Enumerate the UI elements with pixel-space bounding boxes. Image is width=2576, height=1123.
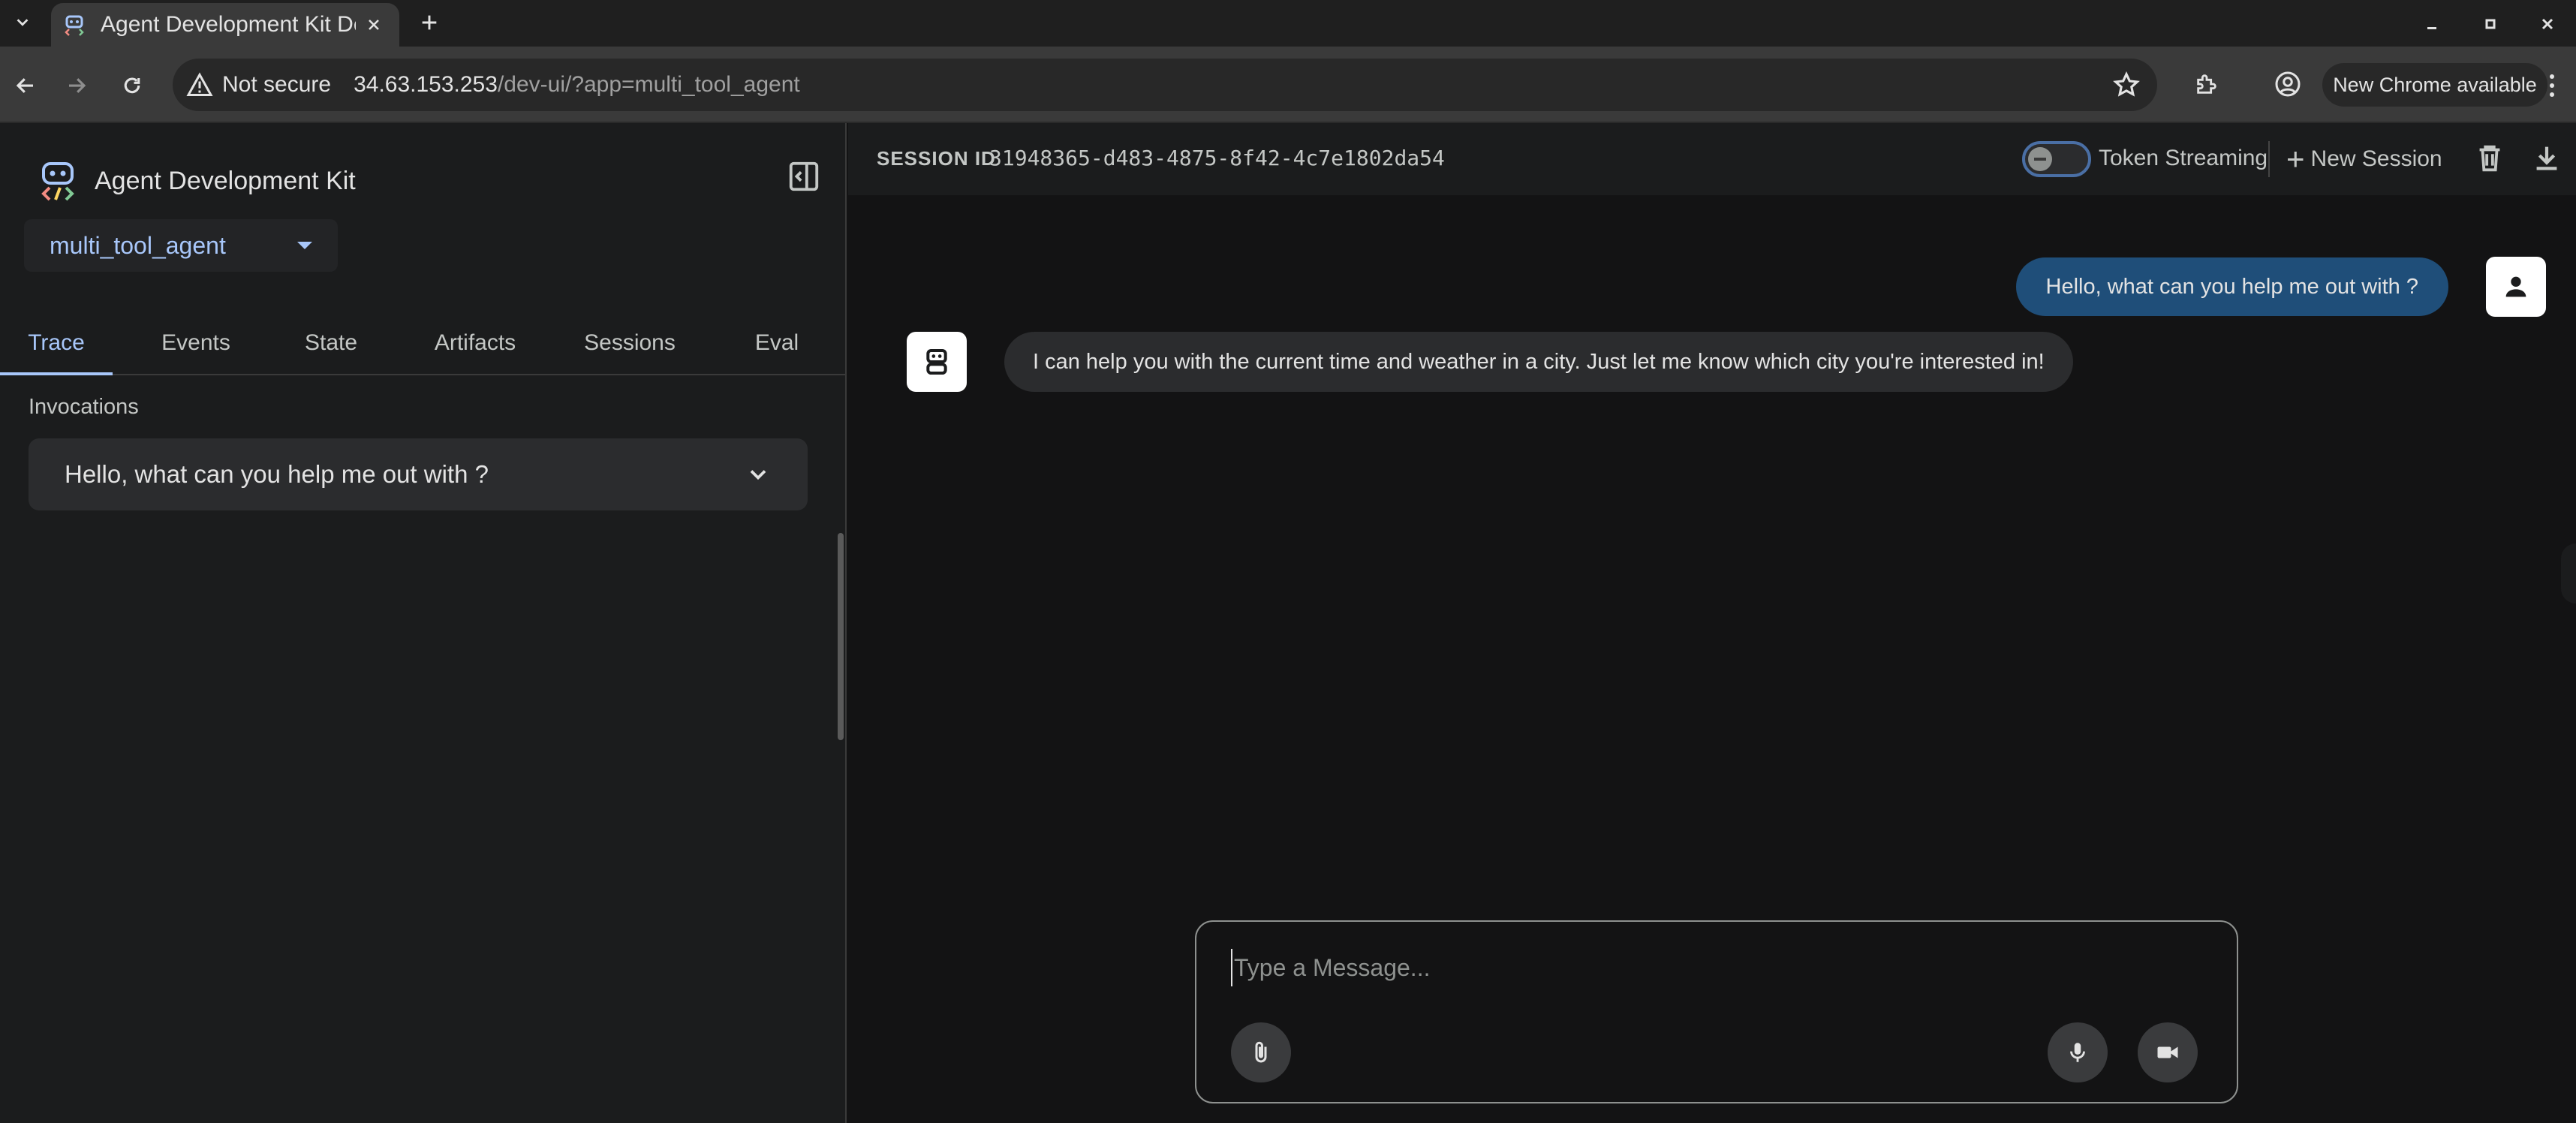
session-id-value: 31948365-d483-4875-8f42-4c7e1802da54 [989,146,1445,170]
tab-sessions[interactable]: Sessions [573,311,686,375]
new-session-button[interactable]: + New Session [2286,143,2442,176]
chat-panel: SESSION ID 31948365-d483-4875-8f42-4c7e1… [848,123,2576,1123]
microphone-icon [2070,1043,2085,1062]
tab-search-button[interactable] [8,8,38,38]
close-window-button[interactable] [2532,9,2562,39]
message-input[interactable] [1231,949,2192,986]
active-tab-indicator [0,372,113,375]
delete-session-icon[interactable] [2472,141,2507,176]
reload-button[interactable] [111,65,153,107]
url-host: 34.63.153.253 [354,72,498,97]
invocations-label: Invocations [29,395,139,419]
chevron-down-icon [17,19,29,26]
chevron-down-icon [750,470,766,480]
maximize-icon [2485,19,2496,29]
message-composer [1195,920,2238,1103]
collapse-sidebar-icon[interactable] [787,159,821,194]
extensions-button[interactable] [2186,63,2228,105]
download-icon[interactable] [2529,141,2564,176]
brand: Agent Development Kit [38,161,356,201]
token-streaming-label: Token Streaming [2099,146,2268,170]
more-vert-icon [2550,74,2554,97]
arrow-right-icon [69,78,86,93]
microphone-button[interactable] [2048,1022,2108,1082]
session-header: SESSION ID 31948365-d483-4875-8f42-4c7e1… [848,123,2576,195]
video-button[interactable] [2138,1022,2198,1082]
session-id-label: SESSION ID [877,147,996,170]
adk-favicon-icon [63,14,86,36]
tab-title: Agent Development Kit Dev UI [101,12,356,37]
minimize-icon [2427,27,2436,29]
brand-name: Agent Development Kit [95,166,356,195]
plus-icon [422,15,437,30]
arrow-left-icon [16,78,33,93]
url-path: /dev-ui/?app=multi_tool_agent [497,72,800,97]
adk-logo-icon [41,162,74,201]
browser-menu-button[interactable] [2537,65,2567,107]
browser-tab-active[interactable]: Agent Development Kit Dev UI [51,3,399,47]
back-button[interactable] [5,65,47,107]
invocation-item[interactable]: Hello, what can you help me out with ? [29,438,808,510]
new-session-label: New Session [2310,146,2442,171]
agent-select-value: multi_tool_agent [50,231,226,259]
chrome-update-button[interactable]: New Chrome available [2322,63,2547,107]
paperclip-icon [1255,1041,1267,1063]
videocam-icon [2157,1046,2178,1058]
token-streaming-toggle[interactable] [2022,141,2091,177]
browser-tabstrip: Agent Development Kit Dev UI [0,0,2576,47]
tab-events[interactable]: Events [140,311,252,375]
agent-select[interactable]: multi_tool_agent [24,219,338,272]
sidebar: Agent Development Kit multi_tool_agent T… [0,123,847,1123]
header-divider [2268,141,2270,177]
user-message: Hello, what can you help me out with ? [2015,257,2448,316]
tab-trace[interactable]: Trace [0,311,113,375]
close-icon [2541,18,2553,30]
caret-down-icon [297,242,312,249]
user-message-row: Hello, what can you help me out with ? [2015,257,2546,317]
forward-button[interactable] [56,65,98,107]
account-circle-icon [2275,71,2301,97]
security-label[interactable]: Not secure [222,72,331,98]
reload-icon [124,77,140,94]
bot-message: I can help you with the current time and… [1004,332,2073,392]
bot-avatar [907,332,967,392]
browser-toolbar: Not secure 34.63.153.253 /dev-ui/?app=mu… [0,47,2576,123]
bookmark-star-icon[interactable] [2112,71,2141,99]
bot-message-row: I can help you with the current time and… [907,332,2073,392]
tab-artifacts[interactable]: Artifacts [419,311,531,375]
attach-button[interactable] [1231,1022,1291,1082]
maximize-button[interactable] [2475,9,2505,39]
new-tab-button[interactable] [414,8,444,38]
address-bar[interactable]: Not secure 34.63.153.253 /dev-ui/?app=mu… [173,59,2157,111]
adk-app: Agent Development Kit multi_tool_agent T… [0,123,2576,1123]
warning-icon[interactable] [186,71,213,98]
tab-state[interactable]: State [275,311,387,375]
tab-eval[interactable]: Eval [721,311,833,375]
plus-icon: + [2286,141,2305,176]
sidebar-tabs: Trace Events State Artifacts Sessions Ev… [0,311,847,375]
minimize-button[interactable] [2417,9,2447,39]
invocation-item-label: Hello, what can you help me out with ? [65,460,489,488]
person-icon [2505,276,2526,297]
user-avatar [2486,257,2546,317]
robot-icon [926,349,947,375]
tab-close-icon[interactable] [360,11,387,38]
right-panel-handle[interactable] [2561,543,2576,604]
toggle-knob [2028,147,2052,171]
puzzle-icon [2197,74,2216,94]
sidebar-scrollbar[interactable] [838,533,844,740]
profile-button[interactable] [2267,63,2309,105]
